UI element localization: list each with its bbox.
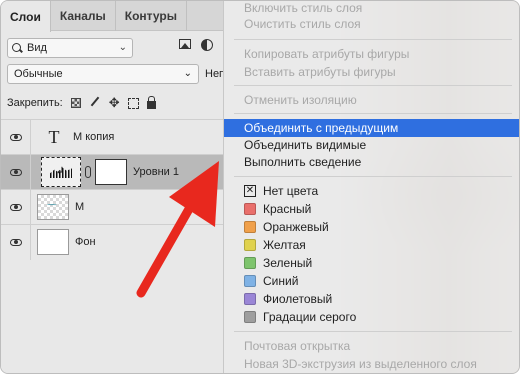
menu-item-label: Желтая: [263, 238, 306, 252]
filter-dropdown[interactable]: Вид ⌄: [7, 38, 133, 58]
layer-name: Фон: [75, 236, 96, 248]
color-swatch: [244, 293, 256, 305]
menu-item-label: Нет цвета: [263, 184, 319, 198]
lock-artboard-icon[interactable]: [127, 97, 139, 109]
layer-thumbnail: [37, 194, 69, 220]
layer-name: М: [75, 201, 85, 213]
menu-divider: [234, 85, 512, 86]
layer-name: Уровни 1: [133, 166, 179, 178]
layer-name: М копия: [73, 131, 115, 143]
panel-tabs: Слои Каналы Контуры: [1, 1, 223, 32]
chain-link-icon[interactable]: [85, 166, 91, 178]
menu-item-label: Фиолетовый: [263, 292, 333, 306]
lock-label: Закрепить:: [7, 97, 63, 109]
app-window: Слои Каналы Контуры Вид ⌄ Обычные ⌄ Неп …: [0, 0, 520, 374]
menu-item-3d-extrusion[interactable]: Новая 3D-экструзия из выделенного слоя: [224, 355, 519, 373]
menu-item-merge-visible[interactable]: Объединить видимые: [224, 136, 519, 154]
color-swatch: [244, 275, 256, 287]
layers-list: T М копия ↲ Уровни 1 М Ф: [1, 119, 223, 260]
color-swatch: [244, 257, 256, 269]
blend-mode-value: Обычные: [14, 68, 63, 80]
levels-adjustment-thumb: ↲: [41, 157, 81, 187]
layer-row[interactable]: ↲ Уровни 1: [1, 154, 223, 190]
menu-divider: [234, 176, 512, 177]
menu-divider: [234, 331, 512, 332]
menu-item-color-blue[interactable]: Синий: [224, 272, 519, 290]
menu-item-label: Оранжевый: [263, 220, 329, 234]
layer-thumbnail: [37, 229, 69, 255]
menu-item-paste-shape-attrs[interactable]: Вставить атрибуты фигуры: [224, 63, 519, 81]
visibility-toggle[interactable]: [1, 189, 31, 225]
menu-item-color-yellow[interactable]: Желтая: [224, 236, 519, 254]
menu-item-color-gray[interactable]: Градации серого: [224, 308, 519, 326]
menu-item-label: Синий: [263, 274, 299, 288]
layers-panel: Слои Каналы Контуры Вид ⌄ Обычные ⌄ Неп …: [1, 1, 225, 373]
layer-row[interactable]: T М копия: [1, 119, 223, 155]
color-swatch: [244, 203, 256, 215]
lock-pixels-icon[interactable]: [89, 97, 101, 109]
blend-mode-dropdown[interactable]: Обычные ⌄: [7, 64, 199, 84]
adjustment-filter-icon[interactable]: [201, 39, 213, 51]
text-layer-icon: T: [48, 126, 60, 147]
no-color-icon: ✕: [244, 185, 256, 197]
tab-layers[interactable]: Слои: [1, 1, 51, 32]
menu-item-color-orange[interactable]: Оранжевый: [224, 218, 519, 236]
image-filter-icon[interactable]: [179, 39, 191, 49]
menu-divider: [234, 39, 512, 40]
menu-item-no-color[interactable]: ✕ Нет цвета: [224, 182, 519, 200]
search-icon: [12, 42, 23, 54]
menu-divider: [234, 113, 512, 114]
menu-item-color-red[interactable]: Красный: [224, 200, 519, 218]
eye-icon: [9, 203, 22, 211]
menu-item-label: Красный: [263, 202, 312, 216]
tab-channels[interactable]: Каналы: [51, 1, 116, 31]
menu-item-label: Градации серого: [263, 310, 357, 324]
filter-icons: [179, 39, 213, 51]
lock-position-icon[interactable]: ✥: [109, 96, 120, 109]
lock-all-icon[interactable]: [146, 96, 156, 109]
menu-item-color-green[interactable]: Зеленый: [224, 254, 519, 272]
color-swatch: [244, 221, 256, 233]
menu-item-clear-style[interactable]: Очистить стиль слоя: [224, 15, 519, 33]
menu-item-flatten-image[interactable]: Выполнить сведение: [224, 153, 519, 171]
visibility-toggle[interactable]: [1, 119, 31, 155]
filter-value: Вид: [27, 42, 47, 54]
menu-item-color-violet[interactable]: Фиолетовый: [224, 290, 519, 308]
tab-paths[interactable]: Контуры: [116, 1, 187, 31]
context-menu: Включить стиль слоя Очистить стиль слоя …: [223, 1, 519, 373]
visibility-toggle[interactable]: [1, 154, 31, 190]
menu-item-release-isolation[interactable]: Отменить изоляцию: [224, 91, 519, 109]
layer-row[interactable]: Фон: [1, 224, 223, 260]
lock-row: Закрепить: ✥: [7, 95, 156, 111]
color-swatch: [244, 311, 256, 323]
menu-item-postcard[interactable]: Почтовая открытка: [224, 337, 519, 355]
menu-item-label: Зеленый: [263, 256, 313, 270]
color-swatch: [244, 239, 256, 251]
chevron-down-icon: ⌄: [118, 42, 127, 53]
eye-icon: [9, 238, 22, 246]
menu-item-merge-down[interactable]: Объединить с предыдущим: [224, 119, 519, 137]
eye-icon: [9, 133, 22, 141]
visibility-toggle[interactable]: [1, 224, 31, 260]
lock-transparent-icon[interactable]: [70, 98, 81, 108]
eye-icon: [9, 168, 22, 176]
layer-mask-thumb[interactable]: [95, 159, 127, 185]
menu-item-copy-shape-attrs[interactable]: Копировать атрибуты фигуры: [224, 45, 519, 63]
layer-row[interactable]: М: [1, 189, 223, 225]
chevron-down-icon: ⌄: [183, 68, 192, 79]
